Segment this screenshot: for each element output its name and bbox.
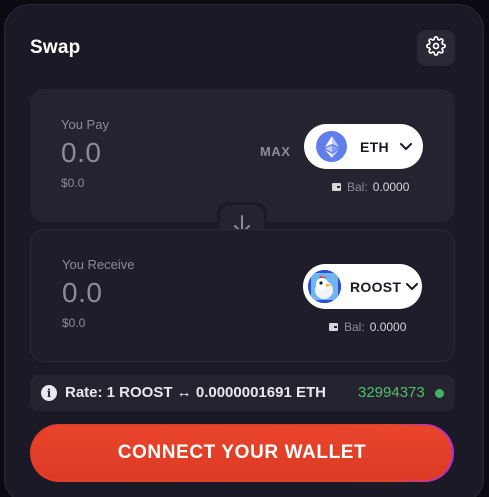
ethereum-icon bbox=[316, 131, 347, 162]
pay-balance-value: 0.0000 bbox=[372, 180, 410, 194]
pay-balance-label: Bal: bbox=[347, 180, 368, 194]
pay-usd-value: $0.0 bbox=[61, 176, 85, 190]
chevron-down-icon bbox=[399, 142, 412, 151]
wallet-icon bbox=[332, 183, 341, 191]
page-title: Swap bbox=[30, 37, 81, 58]
pay-label: You Pay bbox=[61, 117, 109, 132]
roost-token-icon bbox=[308, 270, 341, 303]
settings-button[interactable] bbox=[417, 30, 455, 66]
receive-token-name: ROOST bbox=[350, 278, 402, 295]
rate-bar: i Rate: 1 ROOST ↔ 0.0000001691 ETH 32994… bbox=[30, 375, 455, 411]
pay-token-select[interactable]: ETH bbox=[304, 124, 423, 169]
receive-amount-input[interactable]: 0.0 bbox=[62, 277, 102, 309]
exchange-rate: Rate: 1 ROOST ↔ 0.0000001691 ETH bbox=[65, 384, 326, 401]
info-icon[interactable]: i bbox=[41, 385, 57, 401]
receive-label: You Receive bbox=[62, 257, 135, 272]
chevron-down-icon bbox=[406, 282, 419, 291]
max-button[interactable]: MAX bbox=[260, 144, 290, 159]
receive-balance-value: 0.0000 bbox=[369, 320, 407, 334]
receive-usd-value: $0.0 bbox=[62, 316, 86, 330]
gear-icon bbox=[426, 35, 446, 61]
status-dot bbox=[435, 389, 444, 398]
receive-balance-label: Bal: bbox=[344, 320, 365, 334]
pay-balance: Bal: 0.0000 bbox=[332, 180, 409, 194]
pay-amount-input[interactable]: 0.0 bbox=[61, 137, 101, 169]
connect-wallet-label: CONNECT YOUR WALLET bbox=[32, 426, 452, 480]
block-number: 32994373 bbox=[358, 384, 425, 401]
wallet-icon bbox=[329, 323, 338, 331]
receive-balance: Bal: 0.0000 bbox=[329, 320, 406, 334]
receive-token-select[interactable]: ROOST bbox=[303, 264, 422, 309]
connect-wallet-button[interactable]: CONNECT YOUR WALLET bbox=[30, 424, 454, 482]
pay-token-name: ETH bbox=[360, 138, 389, 155]
